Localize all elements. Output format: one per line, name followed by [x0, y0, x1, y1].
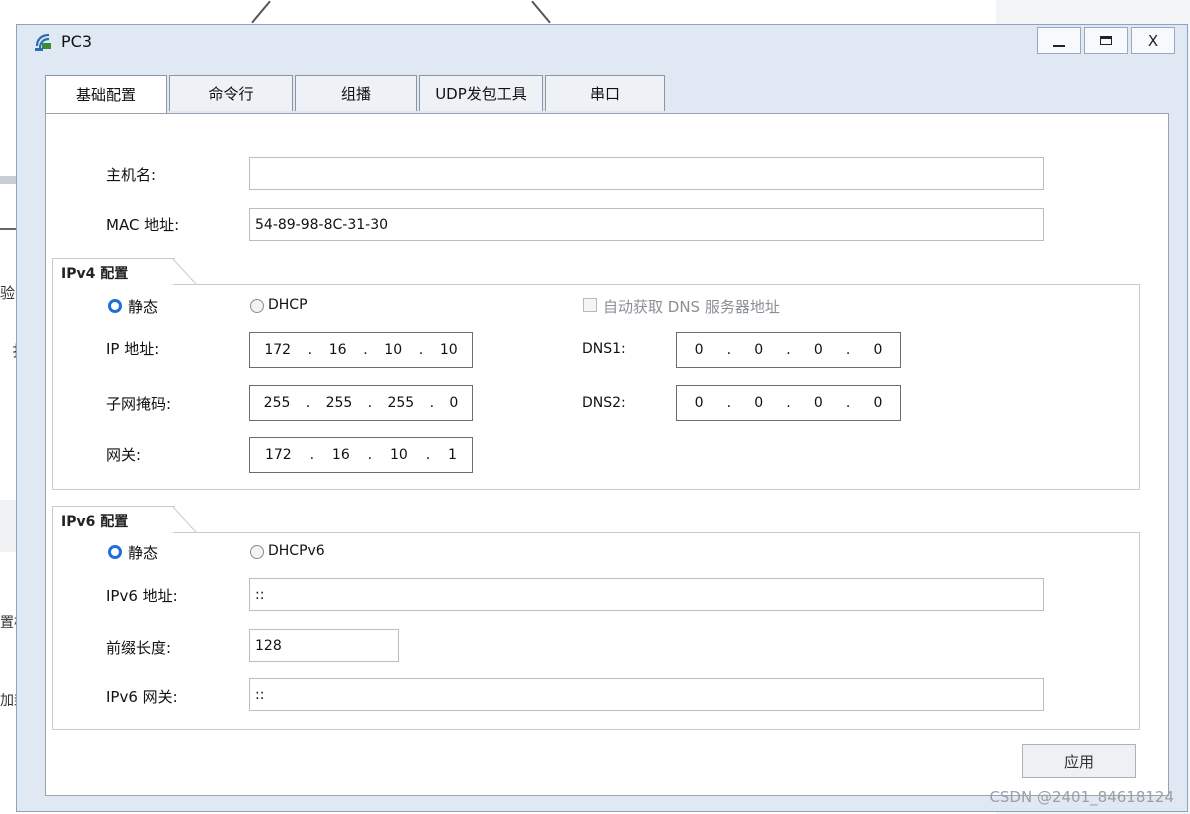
mask-octet: 255 [325, 395, 353, 411]
dns2-octet: 0 [873, 395, 883, 411]
tab-label: 命令行 [208, 85, 254, 103]
minimize-icon [1053, 44, 1065, 47]
hostname-input[interactable] [249, 157, 1044, 190]
prefix-length-label: 前缀长度: [106, 639, 172, 657]
subnet-mask-label: 子网掩码: [106, 395, 172, 413]
ipv6-static-radio[interactable] [108, 545, 122, 559]
close-button[interactable]: X [1131, 27, 1175, 54]
ipv6-address-label: IPv6 地址: [106, 587, 178, 605]
gateway-octet: 172 [264, 447, 292, 463]
dns2-input[interactable]: 0. 0. 0. 0 [676, 385, 901, 421]
gateway-label: 网关: [106, 446, 142, 464]
ipv6-group-title: IPv6 配置 [61, 514, 129, 530]
ipv6-dhcp-label: DHCPv6 [268, 543, 325, 559]
apply-button[interactable]: 应用 [1022, 744, 1136, 778]
tab-command-line[interactable]: 命令行 [169, 75, 293, 111]
window-controls: X [1034, 27, 1175, 54]
ipv4-dhcp-label: DHCP [268, 297, 308, 313]
maximize-button[interactable] [1084, 27, 1128, 54]
tab-label: 串口 [589, 85, 620, 103]
tab-basic-config[interactable]: 基础配置 [45, 75, 167, 113]
prefix-length-input[interactable]: 128 [249, 629, 399, 662]
dns2-label: DNS2: [582, 395, 626, 411]
ipv4-dhcp-radio[interactable] [250, 299, 264, 313]
ipv4-group-title: IPv4 配置 [61, 266, 129, 282]
ipv6-group-tab-edge [172, 506, 197, 533]
ip-octet: 16 [328, 342, 347, 358]
gateway-octet: 16 [331, 447, 350, 463]
tab-bar: 基础配置 命令行 组播 UDP发包工具 串口 [45, 75, 667, 113]
ip-octet: 172 [264, 342, 292, 358]
ip-address-input[interactable]: 172. 16. 10. 10 [249, 332, 473, 368]
mask-octet: 255 [263, 395, 291, 411]
dns1-octet: 0 [754, 342, 764, 358]
close-icon: X [1147, 31, 1159, 50]
ip-address-label: IP 地址: [106, 340, 160, 358]
ipv6-static-label: 静态 [128, 544, 159, 562]
gateway-input[interactable]: 172. 16. 10. 1 [249, 437, 473, 473]
auto-dns-label: 自动获取 DNS 服务器地址 [603, 298, 780, 316]
pc-app-icon [35, 33, 51, 51]
ipv4-static-radio[interactable] [108, 299, 122, 313]
mask-octet: 0 [449, 395, 459, 411]
maximize-icon [1100, 36, 1112, 45]
tab-label: 基础配置 [75, 86, 136, 104]
dns2-octet: 0 [754, 395, 764, 411]
auto-dns-checkbox[interactable] [583, 298, 597, 312]
subnet-mask-input[interactable]: 255. 255. 255. 0 [249, 385, 473, 421]
hostname-label: 主机名: [106, 166, 157, 184]
background-text-fragment: 验 [0, 284, 16, 302]
gateway-octet: 10 [389, 447, 408, 463]
ip-octet: 10 [439, 342, 458, 358]
dns2-octet: 0 [813, 395, 823, 411]
ipv4-static-label: 静态 [128, 298, 159, 316]
dns2-octet: 0 [694, 395, 704, 411]
tab-serial[interactable]: 串口 [545, 75, 665, 111]
mac-address-field[interactable]: 54-89-98-8C-31-30 [249, 208, 1044, 241]
background-diagram-line-right [531, 0, 551, 24]
tab-label: 组播 [340, 85, 371, 103]
background-diagram-line-left [251, 0, 271, 24]
ipv4-group-tab-edge [172, 258, 197, 285]
dns1-octet: 0 [873, 342, 883, 358]
window-title: PC3 [61, 32, 92, 51]
mask-octet: 255 [387, 395, 415, 411]
gateway-octet: 1 [448, 447, 457, 463]
ipv6-gateway-input[interactable]: :: [249, 678, 1044, 711]
csdn-watermark: CSDN @2401_84618124 [989, 788, 1174, 806]
ipv6-address-input[interactable]: :: [249, 578, 1044, 611]
dns1-octet: 0 [694, 342, 704, 358]
dns1-octet: 0 [813, 342, 823, 358]
dns1-label: DNS1: [582, 341, 626, 357]
ipv6-dhcp-radio[interactable] [250, 545, 264, 559]
minimize-button[interactable] [1037, 27, 1081, 54]
mac-label: MAC 地址: [106, 216, 180, 234]
ipv6-gateway-label: IPv6 网关: [106, 688, 178, 706]
title-bar[interactable]: PC3 X [17, 25, 1187, 59]
ipv4-config-group: IPv4 配置 [52, 258, 1140, 490]
dns1-input[interactable]: 0. 0. 0. 0 [676, 332, 901, 368]
tab-multicast[interactable]: 组播 [295, 75, 417, 111]
tab-label: UDP发包工具 [435, 85, 527, 103]
ip-octet: 10 [384, 342, 403, 358]
tab-udp-tool[interactable]: UDP发包工具 [419, 75, 543, 111]
